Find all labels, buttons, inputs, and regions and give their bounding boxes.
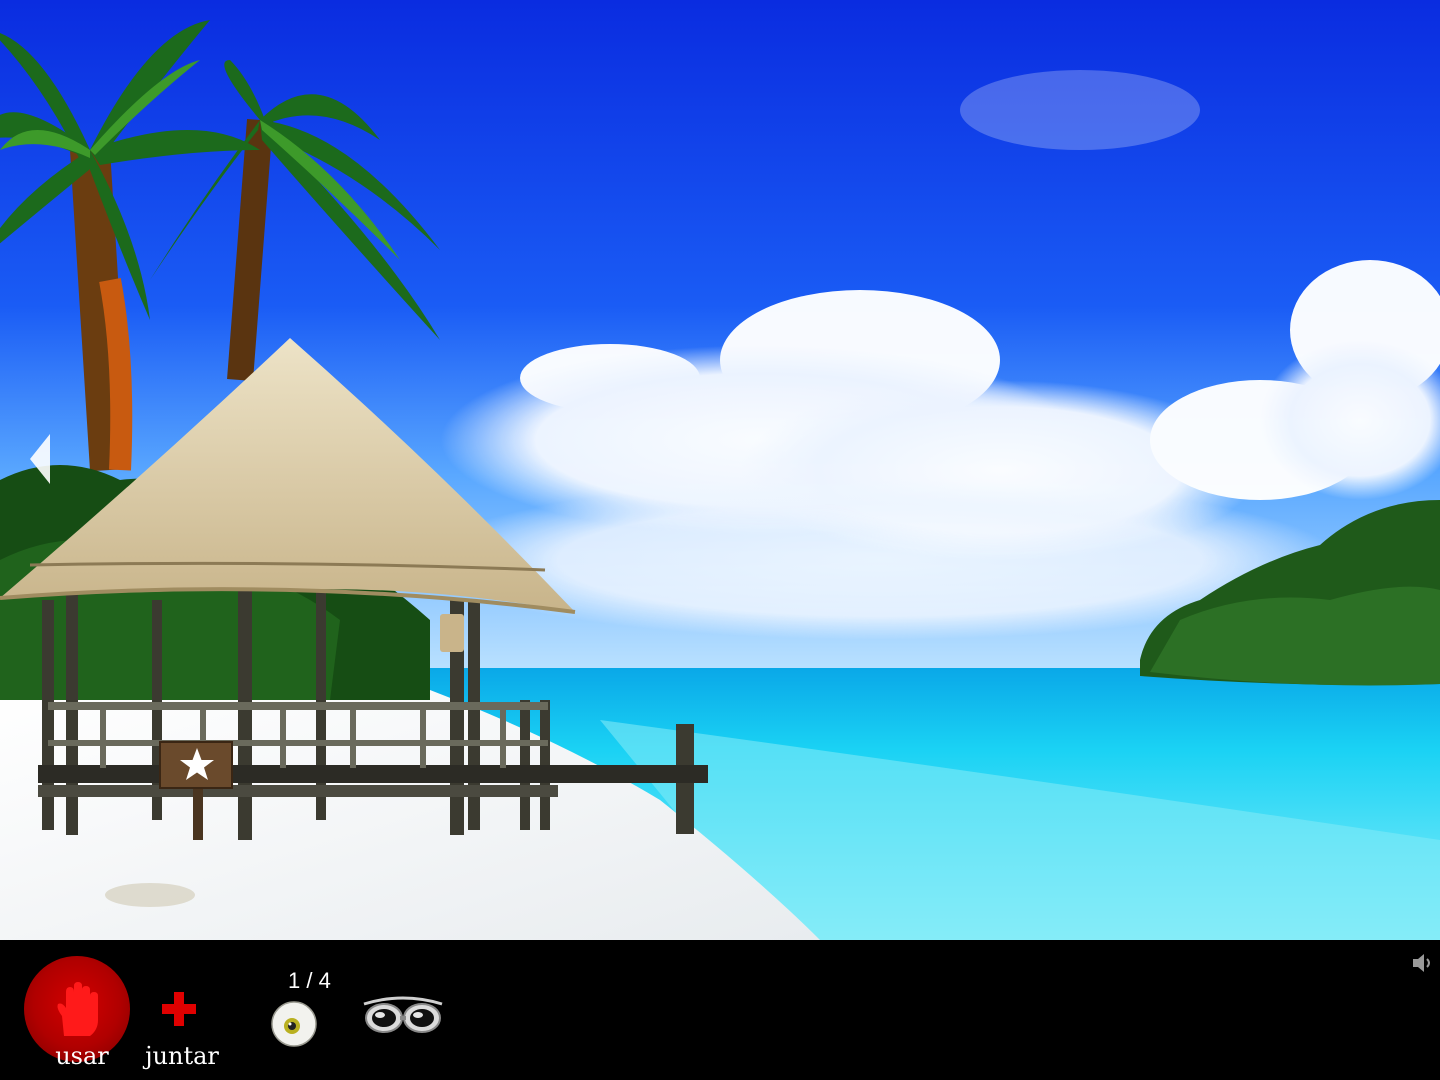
inventory-slot-goggles[interactable] (360, 990, 446, 1040)
star-icon[interactable] (178, 746, 216, 784)
inventory-counter: 1 / 4 (288, 968, 331, 993)
inventory-slot-eyeball[interactable] (270, 1000, 318, 1048)
arrow-left-icon[interactable] (30, 434, 52, 484)
beach-background (0, 0, 1440, 940)
goggles-icon (363, 996, 443, 1033)
game-scene[interactable] (0, 0, 1440, 940)
speaker-icon[interactable] (1410, 950, 1436, 976)
use-label: usar (55, 1042, 109, 1070)
collect-button[interactable] (160, 990, 198, 1028)
collect-label: juntar (145, 1042, 219, 1070)
eyeball-icon (271, 1001, 317, 1047)
action-toolbar: usar juntar 1 / 4 (0, 940, 1440, 1080)
hand-icon (57, 982, 98, 1036)
plus-icon (162, 992, 196, 1026)
